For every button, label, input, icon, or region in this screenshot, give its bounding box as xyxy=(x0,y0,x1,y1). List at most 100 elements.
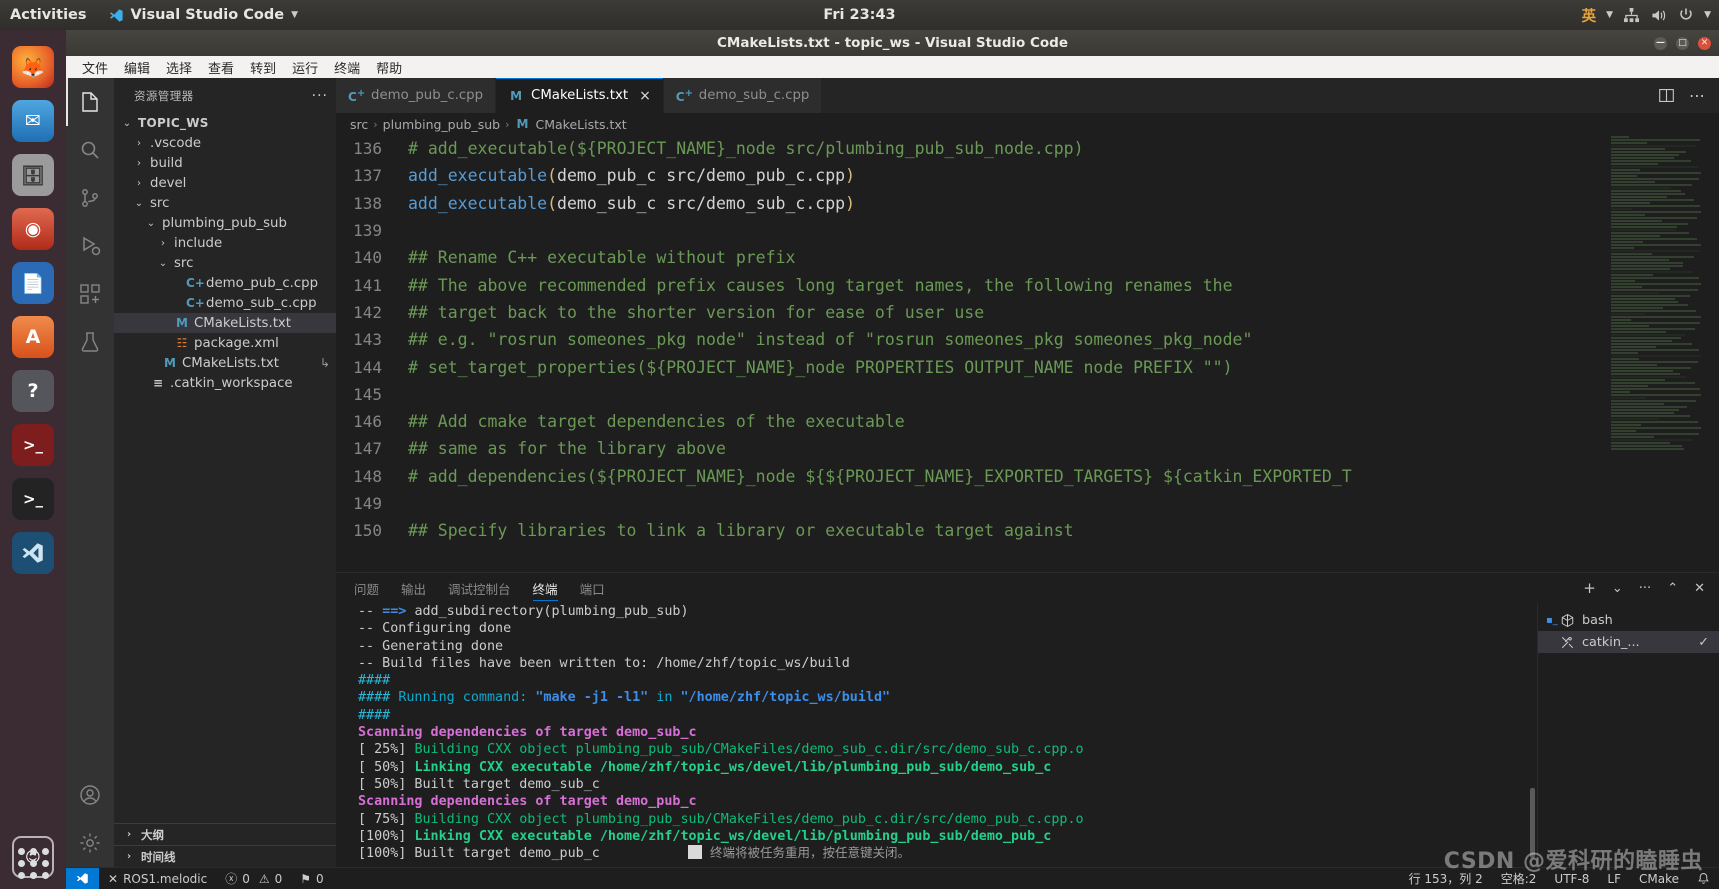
split-editor-icon[interactable] xyxy=(1658,87,1675,104)
close-panel-icon[interactable]: ✕ xyxy=(1694,581,1705,596)
menu-file[interactable]: 文件 xyxy=(74,57,116,78)
maximize-panel-icon[interactable]: ⌃ xyxy=(1667,581,1678,596)
chevron-down-icon[interactable]: ▼ xyxy=(1606,10,1613,20)
power-icon[interactable] xyxy=(1678,7,1694,23)
show-applications-button[interactable] xyxy=(0,848,66,879)
menu-run[interactable]: 运行 xyxy=(284,57,326,78)
breadcrumb-src[interactable]: src xyxy=(350,117,368,132)
tree-item--catkin-workspace[interactable]: ≡ .catkin_workspace xyxy=(114,373,336,393)
remote-indicator[interactable] xyxy=(66,867,99,889)
explorer-more-icon[interactable]: ··· xyxy=(312,88,328,104)
tree-item-include[interactable]: › include xyxy=(114,233,336,253)
status-cursor-position[interactable]: 行 153，列 2 xyxy=(1400,868,1492,889)
chevron-down-icon[interactable]: ▼ xyxy=(1704,10,1711,20)
status-language-mode[interactable]: CMake xyxy=(1630,868,1688,889)
notifications-bell-icon[interactable] xyxy=(1688,868,1719,889)
menu-terminal[interactable]: 终端 xyxy=(326,57,368,78)
activity-bar-item-search[interactable] xyxy=(66,126,114,174)
more-actions-icon[interactable]: ⋯ xyxy=(1689,86,1705,105)
tree-item-demo-pub-c-cpp[interactable]: C+ demo_pub_c.cpp xyxy=(114,273,336,293)
dock-item-help[interactable]: ? xyxy=(0,364,66,418)
editor-scrollbar[interactable] xyxy=(1705,135,1719,572)
menu-go[interactable]: 转到 xyxy=(242,57,284,78)
chevron-down-icon[interactable]: ⌄ xyxy=(1612,581,1623,596)
ime-indicator[interactable]: 英 xyxy=(1582,5,1597,26)
status-ports[interactable]: ⚑ 0 xyxy=(291,868,332,889)
more-icon[interactable]: ··· xyxy=(1639,581,1651,596)
terminal-output[interactable]: -- ==> add_subdirectory(plumbing_pub_sub… xyxy=(336,603,1537,867)
close-button[interactable]: ✕ xyxy=(1698,36,1711,50)
breadcrumb-plumbing-pub-sub[interactable]: plumbing_pub_sub xyxy=(383,117,500,132)
tree-item-label: devel xyxy=(150,175,187,191)
tree-item-package-xml[interactable]: ☷ package.xml xyxy=(114,333,336,353)
terminal-list-item-catkin[interactable]: catkin_... ✓ xyxy=(1538,631,1719,653)
app-menu-button[interactable]: Visual Studio Code ▼ xyxy=(101,7,307,23)
status-indentation[interactable]: 空格:2 xyxy=(1492,868,1546,889)
breadcrumb-cmakelists[interactable]: CMakeLists.txt xyxy=(536,117,627,132)
menu-view[interactable]: 查看 xyxy=(200,57,242,78)
panel-tab-terminal[interactable]: 终端 xyxy=(532,573,558,603)
terminal-line: -- Configuring done xyxy=(358,621,512,637)
status-encoding[interactable]: UTF-8 xyxy=(1545,868,1598,889)
tree-root-topic-ws[interactable]: ⌄ TOPIC_WS xyxy=(114,113,336,133)
tree-item-plumbing-pub-sub[interactable]: ⌄ plumbing_pub_sub xyxy=(114,213,336,233)
tree-item-src[interactable]: ⌄ src xyxy=(114,193,336,213)
minimap[interactable] xyxy=(1607,135,1705,572)
tree-item-build[interactable]: › build xyxy=(114,153,336,173)
maximize-button[interactable]: □ xyxy=(1676,36,1689,50)
status-problems[interactable]: ⓧ 0 ⚠ 0 xyxy=(216,868,291,889)
activity-bar-item-explorer[interactable] xyxy=(66,78,114,126)
volume-icon[interactable] xyxy=(1650,8,1668,23)
network-icon[interactable] xyxy=(1623,7,1640,23)
dock-item-thunderbird[interactable]: ✉ xyxy=(0,94,66,148)
sidebar-section-timeline[interactable]: › 时间线 xyxy=(114,845,336,867)
panel-tab-debug-console[interactable]: 调试控制台 xyxy=(448,573,511,603)
tree-item-cmakelists-txt[interactable]: M CMakeLists.txt xyxy=(114,313,336,333)
terminal-list-item-bash[interactable]: ▪_ bash xyxy=(1538,609,1719,631)
minimap-line xyxy=(1611,307,1663,309)
dock-item-files[interactable]: 🗄 xyxy=(0,148,66,202)
account-icon xyxy=(78,783,102,807)
tree-item-devel[interactable]: › devel xyxy=(114,173,336,193)
minimize-button[interactable]: — xyxy=(1654,36,1667,50)
dock-item-rhythmbox[interactable]: ◉ xyxy=(0,202,66,256)
activity-bar-item-source-control[interactable] xyxy=(66,174,114,222)
activity-bar-item-manage[interactable] xyxy=(66,819,114,867)
editor-group: C+ demo_pub_c.cpp M CMakeLists.txt × C+ … xyxy=(336,78,1719,572)
dock-item-terminal[interactable]: >_ xyxy=(0,472,66,526)
sidebar-section-outline[interactable]: › 大纲 xyxy=(114,823,336,845)
activity-bar-item-extensions[interactable] xyxy=(66,270,114,318)
status-eol[interactable]: LF xyxy=(1598,868,1630,889)
panel-tab-output[interactable]: 输出 xyxy=(401,573,426,603)
terminal-scrollbar[interactable] xyxy=(1530,788,1535,858)
close-icon[interactable]: × xyxy=(639,88,651,104)
menu-help[interactable]: 帮助 xyxy=(368,57,410,78)
tree-item-cmakelists-txt[interactable]: M CMakeLists.txt ↳ xyxy=(114,353,336,373)
dock-item-libreoffice-writer[interactable]: 📄 xyxy=(0,256,66,310)
activity-bar-item-testing[interactable] xyxy=(66,318,114,366)
tree-item-demo-sub-c-cpp[interactable]: C+ demo_sub_c.cpp xyxy=(114,293,336,313)
dock-item-firefox[interactable]: 🦊 xyxy=(0,40,66,94)
tab-demo-pub-c-cpp[interactable]: C+ demo_pub_c.cpp xyxy=(336,78,497,113)
minimap-line xyxy=(1611,424,1641,426)
dock-item-settings[interactable]: ⚙ xyxy=(0,884,66,889)
dock-item-terminal-red[interactable]: >_ xyxy=(0,418,66,472)
activities-button[interactable]: Activities xyxy=(0,7,101,23)
dock-item-ubuntu-software[interactable]: A xyxy=(0,310,66,364)
dock-item-vscode[interactable] xyxy=(0,526,66,580)
tab-demo-sub-c-cpp[interactable]: C+ demo_sub_c.cpp xyxy=(663,78,823,113)
panel-tab-problems[interactable]: 问题 xyxy=(354,573,379,603)
tree-item-src[interactable]: ⌄ src xyxy=(114,253,336,273)
add-terminal-icon[interactable]: + xyxy=(1583,579,1596,597)
tree-item--vscode[interactable]: › .vscode xyxy=(114,133,336,153)
activity-bar-item-run-debug[interactable] xyxy=(66,222,114,270)
menu-selection[interactable]: 选择 xyxy=(158,57,200,78)
status-ros-distro[interactable]: ✕ ROS1.melodic xyxy=(99,868,216,889)
code-line: 149 xyxy=(336,490,1719,517)
tab-cmakelists-txt[interactable]: M CMakeLists.txt × xyxy=(496,78,664,113)
activity-bar-item-accounts[interactable] xyxy=(66,771,114,819)
panel-tab-ports[interactable]: 端口 xyxy=(580,573,605,603)
menu-edit[interactable]: 编辑 xyxy=(116,57,158,78)
code-editor[interactable]: 136 # add_executable(${PROJECT_NAME}_node… xyxy=(336,135,1719,572)
minimap-line xyxy=(1611,391,1630,393)
